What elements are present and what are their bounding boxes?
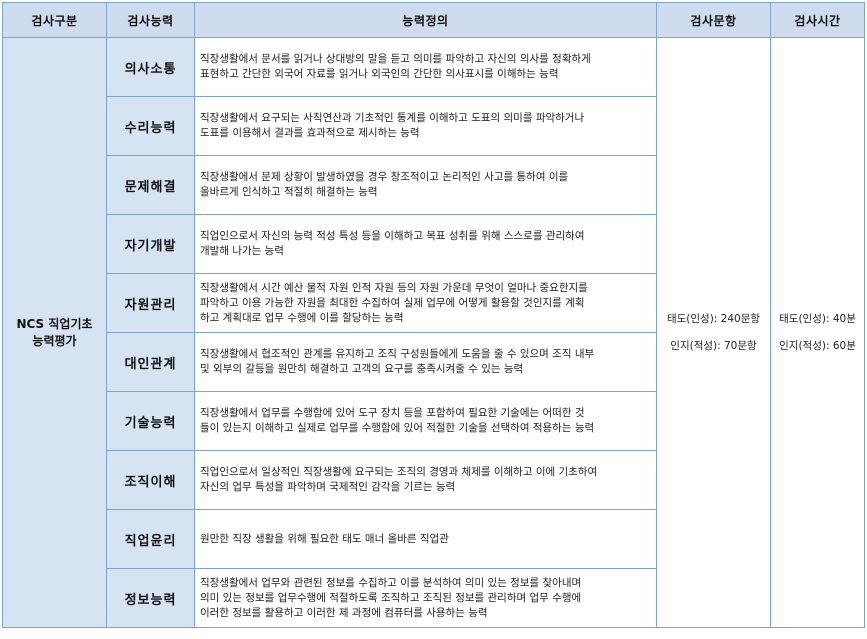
definition-line: 파악하고 이용 가능한 자원을 최대한 수집하여 실제 업무에 어떻게 활용할 … <box>200 296 585 309</box>
header-competency: 검사능력 <box>106 2 195 38</box>
time-cell: 태도(인성): 40분 인지(적성): 60분 <box>770 37 865 628</box>
definition-line: 의미 있는 정보를 업무수행에 적절하도록 조직하고 조직된 정보를 관리하며 … <box>200 591 582 604</box>
competency-cell: 직업윤리 <box>106 509 195 569</box>
items-cell: 태도(인성): 240문항 인지(적성): 70문항 <box>656 37 771 628</box>
definition-line: 직장생활에서 문제 상황이 발생하였을 경우 창조적이고 논리적인 사고를 통하… <box>200 171 569 183</box>
definition-cell: 직장생활에서 시간 예산 물적 자원 인적 자원 등의 자원 가운데 무엇이 얼… <box>194 273 657 333</box>
header-definition: 능력정의 <box>194 2 657 38</box>
category-line2: 능력평가 <box>32 333 77 348</box>
definition-cell: 직업인으로서 자신의 능력 적성 특성 등을 이해하고 목표 성취를 위해 스스… <box>194 214 657 274</box>
definition-line: 직업인으로서 자신의 능력 적성 특성 등을 이해하고 목표 성취를 위해 스스… <box>200 230 585 242</box>
definition-line: 직장생활에서 협조적인 관계를 유지하고 조직 구성원들에게 도움을 줄 수 있… <box>200 348 595 360</box>
competency-cell: 조직이해 <box>106 450 195 510</box>
definition-line: 도표를 이용해서 결과를 효과적으로 제시하는 능력 <box>200 127 420 139</box>
definition-line: 들이 있는지 이해하고 실제로 업무를 수행함에 있어 적절한 기술을 선택하여… <box>200 422 595 434</box>
category-cell: NCS 직업기초 능력평가 <box>2 37 107 628</box>
competency-cell: 대인관계 <box>106 332 195 392</box>
definition-line: 하고 계획대로 업무 수행에 이를 할당하는 능력 <box>200 311 404 324</box>
table-row: NCS 직업기초 능력평가 의사소통 직장생활에서 문서를 읽거나 상대방의 말… <box>2 37 865 628</box>
definition-line: 개발해 나가는 능력 <box>200 245 284 257</box>
competency-cell: 기술능력 <box>106 391 195 451</box>
competency-cell: 의사소통 <box>106 37 195 97</box>
definition-cell: 직장생활에서 요구되는 사칙연산과 기초적인 통계를 이해하고 도표의 의미를 … <box>194 96 657 156</box>
definition-line: 표현하고 간단한 외국어 자료를 읽거나 외국인의 간단한 의사표시를 이해하는… <box>200 68 559 80</box>
competency-cell: 수리능력 <box>106 96 195 156</box>
definition-line: 자신의 업무 특성을 파악하며 국제적인 감각을 기르는 능력 <box>200 481 456 493</box>
time-cognitive: 인지(적성): 60분 <box>779 340 856 352</box>
header-items: 검사문항 <box>656 2 771 38</box>
header-category: 검사구분 <box>2 2 107 38</box>
items-cognitive: 인지(적성): 70문항 <box>670 340 757 352</box>
category-line1: NCS 직업기초 <box>16 316 93 331</box>
definition-cell: 직장생활에서 문제 상황이 발생하였을 경우 창조적이고 논리적인 사고를 통하… <box>194 155 657 215</box>
definition-line: 직장생활에서 문서를 읽거나 상대방의 말을 듣고 의미를 파악하고 자신의 의… <box>200 53 591 65</box>
definition-line: 직장생활에서 요구되는 사칙연산과 기초적인 통계를 이해하고 도표의 의미를 … <box>200 112 585 124</box>
header-time: 검사시간 <box>770 2 865 38</box>
ncs-assessment-table: 검사구분 검사능력 능력정의 검사문항 검사시간 NCS 직업기초 능력평가 의… <box>2 2 865 628</box>
definition-line: 직장생활에서 업무와 관련된 정보를 수집하고 이를 분석하여 의미 있는 정보… <box>200 576 582 589</box>
definition-cell: 직장생활에서 협조적인 관계를 유지하고 조직 구성원들에게 도움을 줄 수 있… <box>194 332 657 392</box>
definition-line: 직장생활에서 업무를 수행함에 있어 도구 장치 등을 포함하여 필요한 기술에… <box>200 407 585 419</box>
header-row: 검사구분 검사능력 능력정의 검사문항 검사시간 <box>2 2 865 38</box>
competency-cell: 자원관리 <box>106 273 195 333</box>
definition-line: 직업인으로서 일상적인 직장생활에 요구되는 조직의 경영과 체제를 이해하고 … <box>200 466 598 478</box>
competency-cell: 문제해결 <box>106 155 195 215</box>
competency-cell: 정보능력 <box>106 568 195 628</box>
definition-cell: 직업인으로서 일상적인 직장생활에 요구되는 조직의 경영과 체제를 이해하고 … <box>194 450 657 510</box>
competency-cell: 자기개발 <box>106 214 195 274</box>
definition-line: 직장생활에서 시간 예산 물적 자원 인적 자원 등의 자원 가운데 무엇이 얼… <box>200 281 588 294</box>
definition-cell: 원만한 직장 생활을 위해 필요한 태도 매너 올바른 직업관 <box>194 509 657 569</box>
definition-cell: 직장생활에서 업무를 수행함에 있어 도구 장치 등을 포함하여 필요한 기술에… <box>194 391 657 451</box>
time-attitude: 태도(인성): 40분 <box>779 313 856 325</box>
definition-line: 이러한 정보를 활용하고 이러한 제 과정에 컴퓨터를 사용하는 능력 <box>200 606 488 619</box>
definition-line: 및 외부의 갈등을 원만히 해결하고 고객의 요구를 충족시켜줄 수 있는 능력 <box>200 363 524 375</box>
definition-line: 원만한 직장 생활을 위해 필요한 태도 매너 올바른 직업관 <box>200 532 449 545</box>
table-body: NCS 직업기초 능력평가 의사소통 직장생활에서 문서를 읽거나 상대방의 말… <box>2 37 865 628</box>
definition-line: 올바르게 인식하고 적절히 해결하는 능력 <box>200 186 378 198</box>
definition-cell: 직장생활에서 업무와 관련된 정보를 수집하고 이를 분석하여 의미 있는 정보… <box>194 568 657 628</box>
items-attitude: 태도(인성): 240문항 <box>666 313 761 325</box>
definition-cell: 직장생활에서 문서를 읽거나 상대방의 말을 듣고 의미를 파악하고 자신의 의… <box>194 37 657 97</box>
